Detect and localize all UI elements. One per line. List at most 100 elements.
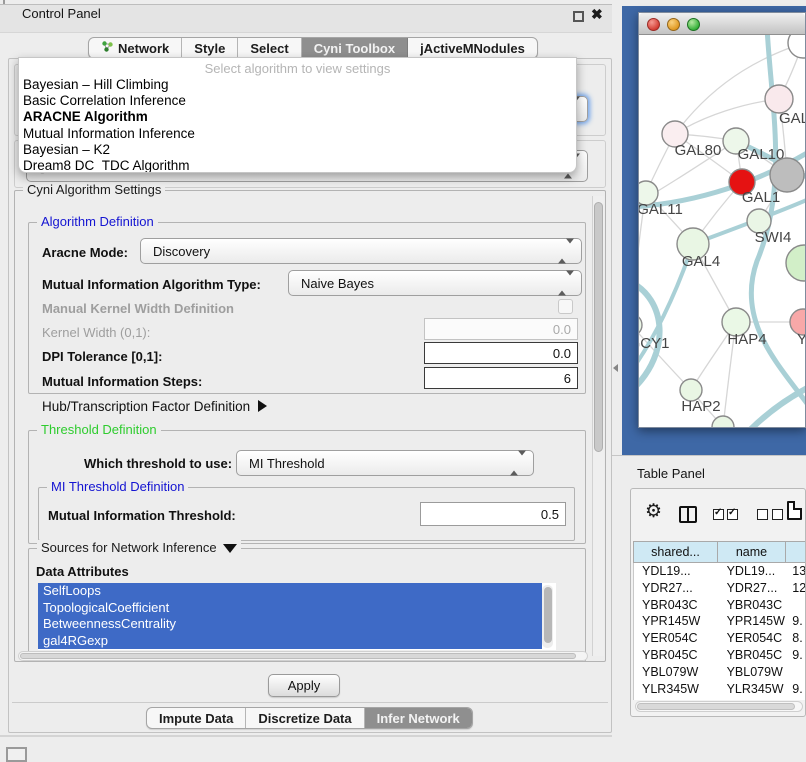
unchecked-checkbox-icon[interactable] — [757, 509, 768, 520]
node-label: GCY1 — [639, 335, 669, 352]
checked-checkbox-icon[interactable] — [727, 509, 738, 520]
column-header[interactable]: name — [718, 541, 786, 563]
which-threshold-combo[interactable]: MI Threshold — [236, 450, 534, 476]
tab-discretize-data[interactable]: Discretize Data — [246, 708, 364, 728]
aracne-mode-combo[interactable]: Discovery — [140, 238, 582, 264]
network-window-titlebar[interactable] — [639, 13, 805, 35]
aracne-mode-value: Discovery — [153, 244, 210, 259]
data-attribute-item[interactable]: gal4RGexp — [38, 633, 542, 650]
settings-horizontal-scrollbar-thumb[interactable] — [20, 653, 576, 659]
table-cell: YER054C — [719, 630, 787, 647]
mi-steps-input[interactable] — [424, 367, 578, 389]
table-cell: YBR045C — [719, 647, 787, 664]
mi-threshold-input[interactable] — [420, 502, 566, 526]
algorithm-option[interactable]: Mutual Information Inference — [19, 126, 576, 142]
mi-algorithm-type-combo[interactable]: Naive Bayes — [288, 270, 582, 296]
table-row[interactable]: YBR045CYBR045C9. — [634, 647, 806, 664]
settings-vertical-scrollbar[interactable] — [592, 196, 604, 656]
network-node-gcy1[interactable] — [639, 314, 642, 336]
close-traffic-light-icon[interactable] — [647, 18, 660, 31]
network-node[interactable] — [786, 245, 805, 281]
file-icon[interactable] — [787, 501, 802, 520]
tab-impute-data[interactable]: Impute Data — [147, 708, 246, 728]
popup-placeholder: Select algorithm to view settings — [19, 58, 576, 77]
hub-definition-label: Hub/Transcription Factor Definition — [42, 399, 250, 414]
algorithm-option[interactable]: Basic Correlation Inference — [19, 93, 576, 109]
unchecked-checkbox-icon[interactable] — [772, 509, 783, 520]
manual-kernel-width-label: Manual Kernel Width Definition — [42, 301, 234, 316]
data-attributes-list[interactable]: SelfLoopsTopologicalCoefficientBetweenne… — [38, 583, 556, 650]
column-header[interactable]: shared... — [633, 541, 718, 563]
hub-definition-toggle[interactable]: Hub/Transcription Factor Definition — [42, 399, 267, 414]
apply-button[interactable]: Apply — [268, 674, 340, 697]
table-row[interactable]: YDR27...YDR27...12 — [634, 580, 806, 597]
tab-style[interactable]: Style — [182, 38, 238, 58]
attributes-scrollbar[interactable] — [542, 585, 553, 648]
table-cell: YBR043C — [634, 597, 719, 614]
settings-horizontal-scrollbar[interactable] — [18, 651, 588, 661]
table-cell — [786, 664, 806, 681]
table-row[interactable]: YBL079WYBL079W — [634, 664, 806, 681]
minimize-traffic-light-icon[interactable] — [667, 18, 680, 31]
table-row[interactable]: YLR345WYLR345W9. — [634, 681, 806, 698]
collapsed-panel-icon[interactable] — [6, 747, 27, 762]
algorithm-option[interactable]: Bayesian – Hill Climbing — [19, 77, 576, 93]
data-attributes-label: Data Attributes — [36, 564, 129, 579]
algorithm-option[interactable]: Dream8 DC_TDC Algorithm — [19, 158, 576, 173]
table-row[interactable]: YIL052CYIL052C9 — [634, 697, 806, 700]
network-node[interactable] — [770, 158, 804, 192]
table-cell: 12 — [786, 580, 806, 597]
node-table[interactable]: shared...nameA YDL19...YDL19...13YDR27..… — [633, 541, 806, 700]
data-attribute-item[interactable]: BetweennessCentrality — [38, 616, 542, 633]
table-cell: YBL079W — [719, 664, 787, 681]
gear-icon[interactable]: ⚙ — [645, 502, 662, 521]
data-attribute-item[interactable]: TopologicalCoefficient — [38, 600, 542, 617]
network-window[interactable]: GAL2GAL80GAL10GAL1GAL11SWI4GAL4GCY1HAP4Y… — [638, 12, 806, 428]
table-row[interactable]: YPR145WYPR145W9. — [634, 613, 806, 630]
table-row[interactable]: YBR043CYBR043C — [634, 597, 806, 614]
table-horizontal-scrollbar-thumb[interactable] — [637, 703, 795, 710]
tab-infer-network[interactable]: Infer Network — [365, 708, 472, 728]
node-label: Y — [797, 331, 805, 348]
network-graph[interactable]: GAL2GAL80GAL10GAL1GAL11SWI4GAL4GCY1HAP4Y… — [639, 35, 805, 427]
tab-jactivemnodules[interactable]: jActiveMNodules — [408, 38, 537, 58]
tab-label: Select — [250, 41, 288, 56]
settings-vertical-scrollbar-thumb[interactable] — [594, 202, 603, 452]
which-threshold-value: MI Threshold — [249, 456, 325, 471]
table-cell: YIL052C — [719, 697, 787, 700]
node-label: GAL11 — [639, 201, 683, 218]
data-attribute-item[interactable]: SelfLoops — [38, 583, 542, 600]
table-row[interactable]: YDL19...YDL19...13 — [634, 563, 806, 580]
dpi-tolerance-input[interactable] — [424, 342, 578, 364]
network-edge — [749, 385, 805, 427]
tab-network[interactable]: Network — [89, 38, 182, 58]
tab-cyni-toolbox[interactable]: Cyni Toolbox — [302, 38, 408, 58]
float-window-icon[interactable] — [573, 11, 584, 22]
table-cell: YPR145W — [634, 613, 719, 630]
control-panel-tabs: NetworkStyle Select Cyni ToolboxjActiveMNo… — [88, 37, 538, 59]
algorithm-option[interactable]: ARACNE Algorithm — [19, 109, 576, 125]
tab-select[interactable]: Select — [238, 38, 301, 58]
columns-icon[interactable] — [679, 506, 697, 523]
node-label: GAL1 — [742, 189, 780, 206]
algorithm-dropdown-popup: Select algorithm to view settings Bayesi… — [18, 57, 577, 173]
splitter-collapse-icon[interactable] — [613, 364, 618, 372]
table-cell: YIL052C — [634, 697, 719, 700]
manual-kernel-width-checkbox[interactable] — [558, 299, 573, 314]
attributes-scrollbar-thumb[interactable] — [544, 587, 552, 643]
close-icon[interactable]: ✖ — [591, 6, 603, 23]
sources-toggle[interactable]: Sources for Network Inference — [37, 540, 241, 555]
node-label: HAP4 — [727, 331, 766, 348]
zoom-traffic-light-icon[interactable] — [687, 18, 700, 31]
network-canvas[interactable]: GAL2GAL80GAL10GAL1GAL11SWI4GAL4GCY1HAP4Y… — [639, 35, 805, 427]
algorithm-option[interactable]: Bayesian – K2 — [19, 142, 576, 158]
table-row[interactable]: YER054CYER054C8. — [634, 630, 806, 647]
column-header[interactable]: A — [786, 541, 806, 563]
checked-checkbox-icon[interactable] — [713, 509, 724, 520]
bottom-tabs: Impute DataDiscretize DataInfer Network — [146, 707, 473, 729]
network-node-gal2[interactable] — [765, 85, 793, 113]
table-horizontal-scrollbar[interactable] — [635, 701, 803, 712]
kernel-width-input[interactable] — [424, 318, 578, 340]
which-threshold-label: Which threshold to use: — [84, 456, 232, 471]
network-node[interactable] — [788, 35, 805, 58]
